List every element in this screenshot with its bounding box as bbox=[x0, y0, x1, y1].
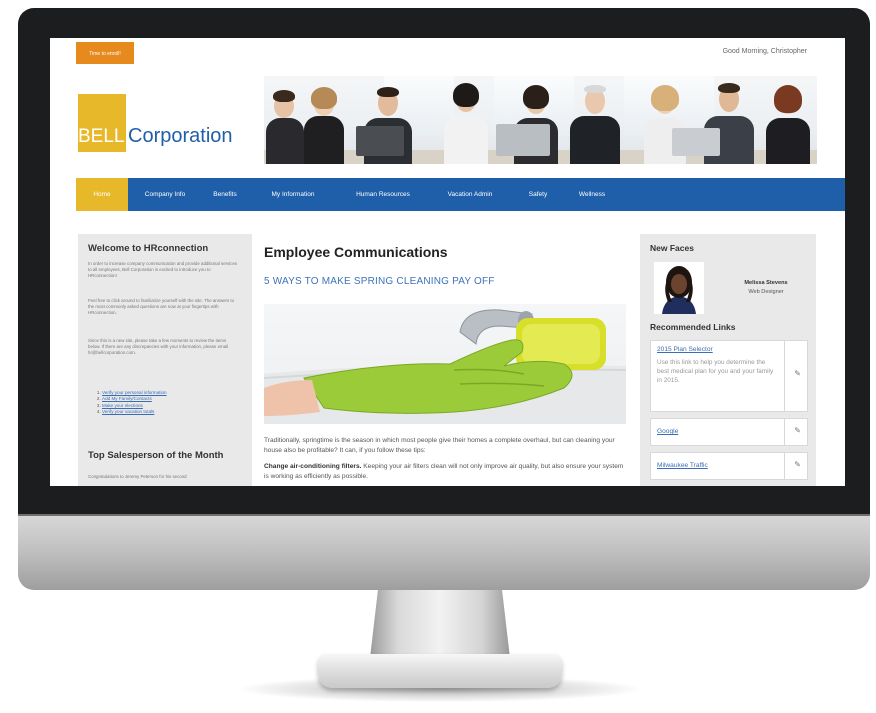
task-link-add-family[interactable]: Add My Family/Contacts bbox=[102, 396, 152, 401]
logo-corporation-text: Corporation bbox=[128, 125, 233, 147]
nav-item-benefits[interactable]: Benefits bbox=[202, 178, 248, 211]
greeting-text: Good Morning, Christopher bbox=[722, 48, 807, 55]
top-salesperson-text: Congratulations to Jeremy Peterson for h… bbox=[88, 474, 187, 479]
pencil-icon[interactable]: ✎ bbox=[794, 460, 801, 469]
link-card: Milwaukee Traffic ✎ bbox=[650, 452, 808, 480]
list-item: Verify your vacation totals bbox=[102, 409, 252, 415]
link-google[interactable]: Google bbox=[657, 428, 678, 435]
monitor-stand-base bbox=[318, 654, 562, 688]
new-face-name: Melissa Stevens bbox=[744, 280, 788, 286]
new-face-role: Web Designer bbox=[748, 289, 784, 295]
article-image bbox=[264, 304, 626, 424]
task-link-verify-vacation[interactable]: Verify your vacation totals bbox=[102, 409, 154, 414]
divider bbox=[784, 453, 785, 479]
welcome-paragraph: Feel free to click around to familiarize… bbox=[88, 298, 235, 316]
monitor-chin bbox=[18, 514, 870, 590]
new-faces-title: New Faces bbox=[650, 243, 694, 253]
main-nav: Home Company Info Benefits My Informatio… bbox=[76, 178, 845, 211]
article-tip: Change air-conditioning filters. Keeping… bbox=[264, 462, 628, 481]
welcome-paragraph: Since this is a new site, please take a … bbox=[88, 338, 229, 356]
divider bbox=[784, 419, 785, 445]
sidebar-right: New Faces Melissa Stevens Web Designer R… bbox=[640, 234, 816, 486]
nav-item-human-resources[interactable]: Human Resources bbox=[340, 178, 426, 211]
nav-item-my-information[interactable]: My Information bbox=[254, 178, 332, 211]
link-card: Google ✎ bbox=[650, 418, 808, 446]
page-title: Employee Communications bbox=[264, 244, 448, 260]
monitor-stand-neck bbox=[370, 586, 510, 658]
welcome-paragraph: In order to increase company communicati… bbox=[88, 261, 238, 279]
nav-item-company-info[interactable]: Company Info bbox=[134, 178, 196, 211]
article-headline[interactable]: 5 WAYS TO MAKE SPRING CLEANING PAY OFF bbox=[264, 276, 495, 287]
logo-bell-text: BELL bbox=[78, 126, 125, 147]
header-banner-image bbox=[264, 76, 817, 164]
divider bbox=[784, 341, 785, 411]
welcome-panel: Welcome to HRconnection In order to incr… bbox=[78, 234, 252, 486]
link-plan-selector[interactable]: 2015 Plan Selector bbox=[657, 346, 713, 353]
top-bar: Time to enroll! Good Morning, Christophe… bbox=[50, 38, 845, 68]
nav-item-safety[interactable]: Safety bbox=[516, 178, 560, 211]
task-link-make-elections[interactable]: Make your elections bbox=[102, 403, 143, 408]
link-description: Use this link to help you determine the … bbox=[657, 359, 774, 384]
enroll-button[interactable]: Time to enroll! bbox=[76, 42, 134, 64]
monitor-screen: Time to enroll! Good Morning, Christophe… bbox=[50, 38, 845, 486]
link-card: 2015 Plan Selector Use this link to help… bbox=[650, 340, 808, 412]
avatar bbox=[654, 262, 704, 314]
article-intro: Traditionally, springtime is the season … bbox=[264, 437, 615, 454]
link-milwaukee-traffic[interactable]: Milwaukee Traffic bbox=[657, 462, 708, 469]
pencil-icon[interactable]: ✎ bbox=[794, 426, 801, 435]
nav-item-wellness[interactable]: Wellness bbox=[566, 178, 618, 211]
welcome-title: Welcome to HRconnection bbox=[88, 243, 209, 254]
task-list: Verify your personal information Add My … bbox=[92, 390, 252, 416]
top-salesperson-title: Top Salesperson of the Month bbox=[88, 450, 224, 461]
recommended-links-title: Recommended Links bbox=[650, 322, 736, 332]
nav-item-home[interactable]: Home bbox=[76, 178, 128, 211]
task-link-verify-personal-info[interactable]: Verify your personal information bbox=[102, 390, 167, 395]
nav-item-vacation-admin[interactable]: Vacation Admin bbox=[432, 178, 508, 211]
pencil-icon[interactable]: ✎ bbox=[794, 369, 801, 378]
tip-heading: Change air-conditioning filters. bbox=[264, 463, 362, 470]
monitor-chin-divider bbox=[18, 514, 870, 516]
